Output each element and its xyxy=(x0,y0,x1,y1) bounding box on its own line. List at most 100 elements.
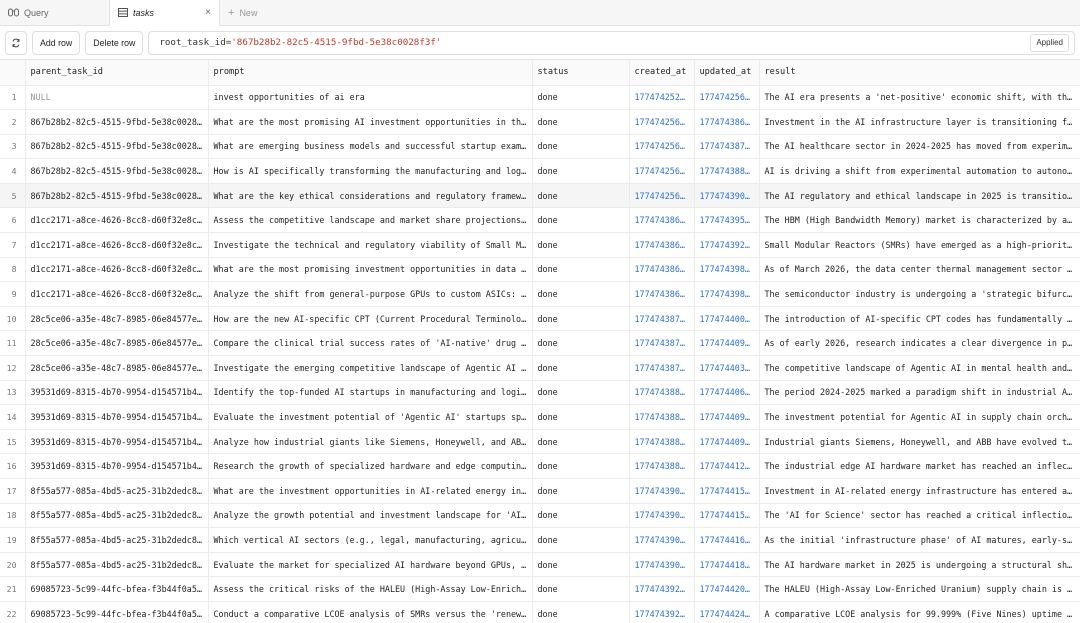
table-row[interactable]: 17 8f55a577-085a-4bd5-ac25-31b2dedc8566 Wh… xyxy=(0,478,1080,504)
cell-status[interactable]: done xyxy=(532,281,630,307)
cell-updated-at[interactable]: 177474415… xyxy=(694,503,760,529)
table-row[interactable]: 12 28c5ce06-a35e-48c7-8985-06e84577e42e In… xyxy=(0,355,1080,381)
cell-parent-task-id[interactable]: 867b28b2-82c5-4515-9fbd-5e38c0028f3f xyxy=(25,109,209,135)
cell-result[interactable]: The AI regulatory and ethical landscape … xyxy=(759,183,1080,209)
cell-status[interactable]: done xyxy=(532,380,630,406)
cell-created-at[interactable]: 177474256… xyxy=(629,134,695,160)
cell-created-at[interactable]: 177474386… xyxy=(629,281,695,307)
tab-new[interactable]: + New xyxy=(220,0,265,25)
cell-updated-at[interactable]: 177474398… xyxy=(694,281,760,307)
cell-updated-at[interactable]: 177474409… xyxy=(694,330,760,357)
cell-updated-at[interactable]: 177474409… xyxy=(694,404,760,430)
row-number[interactable]: 11 xyxy=(0,330,26,357)
table-row[interactable]: 5 867b28b2-82c5-4515-9fbd-5e38c0028f3f Wha… xyxy=(0,183,1080,209)
table-row[interactable]: 14 39531d69-8315-4b70-9954-d154571b441e Ev… xyxy=(0,404,1080,430)
column-header-status[interactable]: status xyxy=(532,60,630,86)
cell-prompt[interactable]: Identify the top-funded AI startups in m… xyxy=(208,380,533,406)
cell-result[interactable]: A comparative LCOE analysis for 99.999% … xyxy=(759,601,1080,623)
cell-updated-at[interactable]: 177474403… xyxy=(694,355,760,381)
row-number[interactable]: 2 xyxy=(0,109,26,135)
cell-prompt[interactable]: Evaluate the market for specialized AI h… xyxy=(208,552,533,578)
table-row[interactable]: 6 d1cc2171-a8ce-4626-8cc8-d60f32e8cf69 Ass… xyxy=(0,207,1080,234)
row-number[interactable]: 20 xyxy=(0,552,26,578)
cell-parent-task-id[interactable]: NULL xyxy=(25,85,209,111)
cell-parent-task-id[interactable]: 867b28b2-82c5-4515-9fbd-5e38c0028f3f xyxy=(25,134,209,160)
table-row[interactable]: 15 39531d69-8315-4b70-9954-d154571b441e An… xyxy=(0,429,1080,455)
cell-result[interactable]: AI is driving a shift from experimental … xyxy=(759,158,1080,184)
table-row[interactable]: 13 39531d69-8315-4b70-9954-d154571b441e Id… xyxy=(0,380,1080,406)
cell-status[interactable]: done xyxy=(532,257,630,283)
cell-parent-task-id[interactable]: 39531d69-8315-4b70-9954-d154571b441e xyxy=(25,380,209,406)
cell-parent-task-id[interactable]: 8f55a577-085a-4bd5-ac25-31b2dedc8566 xyxy=(25,478,209,504)
cell-parent-task-id[interactable]: 39531d69-8315-4b70-9954-d154571b441e xyxy=(25,453,209,479)
table-row[interactable]: 2 867b28b2-82c5-4515-9fbd-5e38c0028f3f Wha… xyxy=(0,109,1080,135)
column-header-prompt[interactable]: prompt xyxy=(208,60,533,86)
cell-status[interactable]: done xyxy=(532,355,630,381)
cell-prompt[interactable]: Research the growth of specialized hardw… xyxy=(208,453,533,479)
row-number[interactable]: 10 xyxy=(0,306,26,332)
cell-status[interactable]: done xyxy=(532,453,630,479)
table-row[interactable]: 1 NULL invest opportunities of ai era done 1… xyxy=(0,85,1080,111)
table-row[interactable]: 19 8f55a577-085a-4bd5-ac25-31b2dedc8566 Wh… xyxy=(0,527,1080,553)
applied-badge[interactable]: Applied xyxy=(1030,33,1069,52)
table-row[interactable]: 7 d1cc2171-a8ce-4626-8cc8-d60f32e8cf69 Inv… xyxy=(0,232,1080,258)
cell-prompt[interactable]: invest opportunities of ai era xyxy=(208,85,533,111)
cell-result[interactable]: As of early 2026, research indicates a c… xyxy=(759,330,1080,357)
cell-parent-task-id[interactable]: d1cc2171-a8ce-4626-8cc8-d60f32e8cf69 xyxy=(25,257,209,283)
cell-created-at[interactable]: 177474252… xyxy=(629,85,695,111)
cell-updated-at[interactable]: 177474416… xyxy=(694,527,760,553)
cell-status[interactable]: done xyxy=(532,207,630,234)
cell-created-at[interactable]: 177474386… xyxy=(629,232,695,258)
cell-parent-task-id[interactable]: 8f55a577-085a-4bd5-ac25-31b2dedc8566 xyxy=(25,527,209,553)
cell-result[interactable]: The AI healthcare sector in 2024-2025 ha… xyxy=(759,134,1080,160)
cell-result[interactable]: The industrial edge AI hardware market h… xyxy=(759,453,1080,479)
cell-prompt[interactable]: Compare the clinical trial success rates… xyxy=(208,330,533,357)
close-icon[interactable]: × xyxy=(205,7,211,18)
row-number[interactable]: 19 xyxy=(0,527,26,553)
cell-result[interactable]: The AI era presents a 'net-positive' eco… xyxy=(759,85,1080,111)
table-row[interactable]: 9 d1cc2171-a8ce-4626-8cc8-d60f32e8cf69 Ana… xyxy=(0,281,1080,307)
row-number[interactable]: 12 xyxy=(0,355,26,381)
cell-status[interactable]: done xyxy=(532,109,630,135)
tab-query[interactable]: Query xyxy=(0,0,110,25)
filter-input[interactable]: root_task_id= '867b28b2-82c5-4515-9fbd-5e… xyxy=(148,30,1075,55)
cell-prompt[interactable]: Which vertical AI sectors (e.g., legal, … xyxy=(208,527,533,553)
cell-status[interactable]: done xyxy=(532,330,630,357)
refresh-button[interactable] xyxy=(5,30,27,55)
cell-prompt[interactable]: Analyze the growth potential and investm… xyxy=(208,503,533,529)
row-number[interactable]: 18 xyxy=(0,503,26,529)
row-number[interactable]: 3 xyxy=(0,134,26,160)
row-number[interactable]: 13 xyxy=(0,380,26,406)
row-number[interactable]: 1 xyxy=(0,85,26,111)
cell-created-at[interactable]: 177474390… xyxy=(629,527,695,553)
cell-status[interactable]: done xyxy=(532,429,630,455)
cell-status[interactable]: done xyxy=(532,552,630,578)
cell-status[interactable]: done xyxy=(532,527,630,553)
cell-created-at[interactable]: 177474387… xyxy=(629,355,695,381)
row-number[interactable]: 15 xyxy=(0,429,26,455)
cell-result[interactable]: The AI hardware market in 2025 is underg… xyxy=(759,552,1080,578)
cell-created-at[interactable]: 177474387… xyxy=(629,330,695,357)
cell-result[interactable]: Investment in AI-related energy infrastr… xyxy=(759,478,1080,504)
row-number[interactable]: 7 xyxy=(0,232,26,258)
cell-parent-task-id[interactable]: 8f55a577-085a-4bd5-ac25-31b2dedc8566 xyxy=(25,503,209,529)
cell-prompt[interactable]: Assess the critical risks of the HALEU (… xyxy=(208,576,533,602)
cell-updated-at[interactable]: 177474392… xyxy=(694,232,760,258)
cell-created-at[interactable]: 177474256… xyxy=(629,183,695,209)
cell-updated-at[interactable]: 177474409… xyxy=(694,429,760,455)
tab-tasks[interactable]: tasks × xyxy=(110,0,220,26)
cell-created-at[interactable]: 177474388… xyxy=(629,453,695,479)
cell-status[interactable]: done xyxy=(532,134,630,160)
add-row-button[interactable]: Add row xyxy=(32,30,81,55)
row-number[interactable]: 14 xyxy=(0,404,26,430)
cell-parent-task-id[interactable]: 8f55a577-085a-4bd5-ac25-31b2dedc8566 xyxy=(25,552,209,578)
cell-created-at[interactable]: 177474256… xyxy=(629,109,695,135)
cell-updated-at[interactable]: 177474415… xyxy=(694,478,760,504)
cell-updated-at[interactable]: 177474256… xyxy=(694,85,760,111)
cell-updated-at[interactable]: 177474395… xyxy=(694,207,760,234)
cell-updated-at[interactable]: 177474390… xyxy=(694,183,760,209)
table-row[interactable]: 10 28c5ce06-a35e-48c7-8985-06e84577e42e Ho… xyxy=(0,306,1080,332)
cell-created-at[interactable]: 177474392… xyxy=(629,576,695,602)
row-number[interactable]: 8 xyxy=(0,257,26,283)
cell-result[interactable]: As of March 2026, the data center therma… xyxy=(759,257,1080,283)
